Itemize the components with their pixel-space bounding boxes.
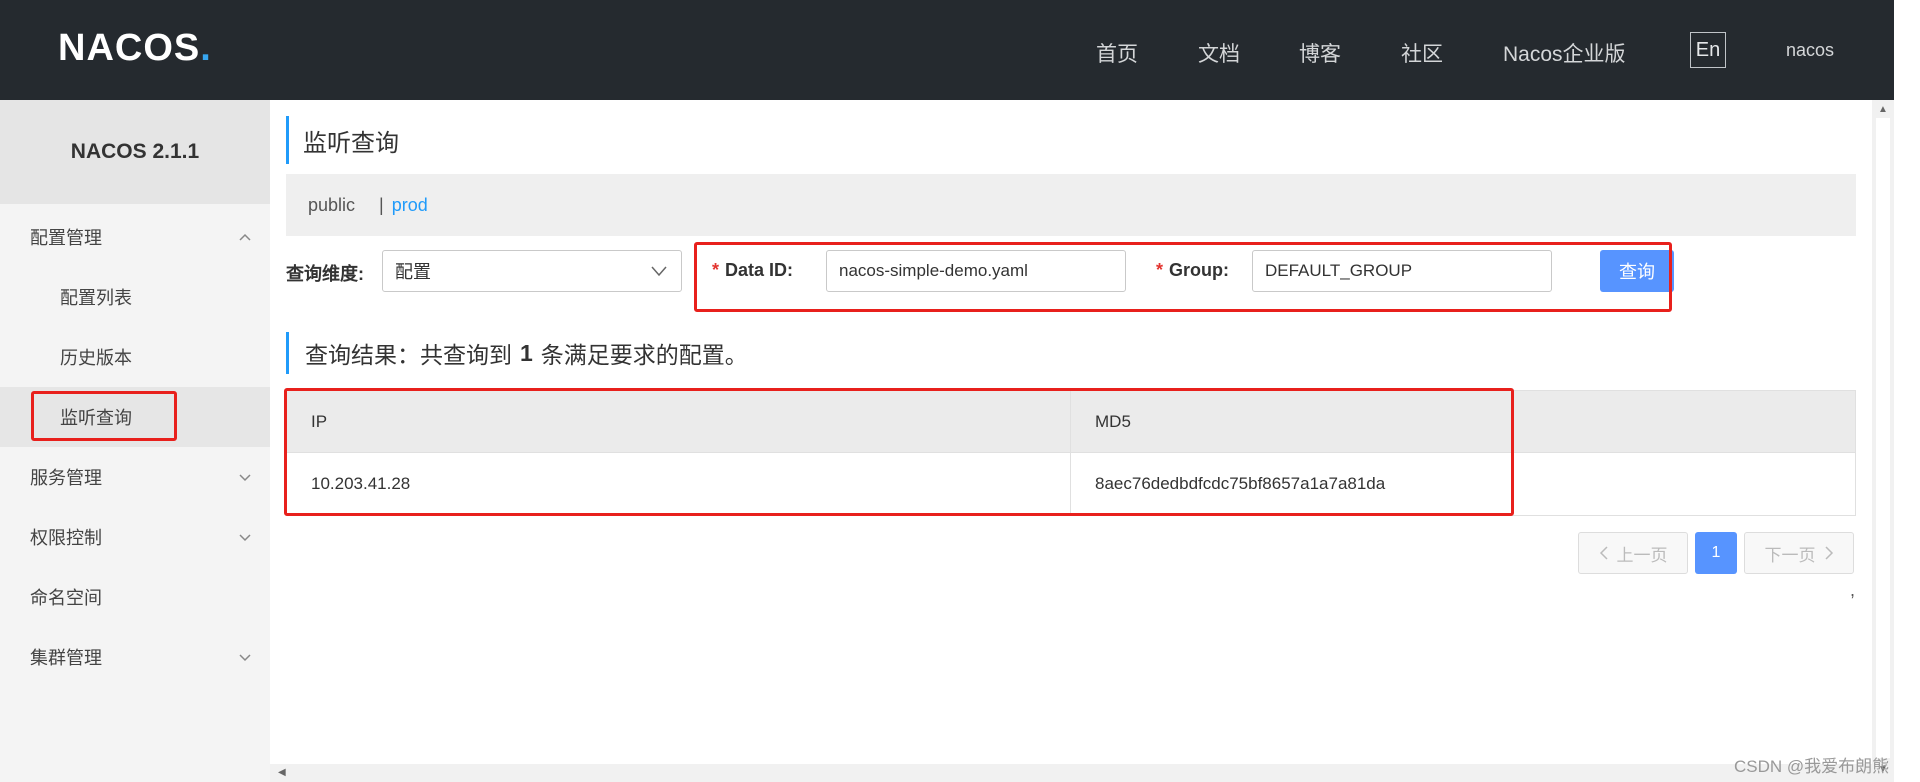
result-summary: 查询结果：共查询到 1 条满足要求的配置。 [286,332,748,374]
sidebar-item-label: 命名空间 [30,588,102,608]
chevron-down-icon [239,474,251,482]
nav-community[interactable]: 社区 [1401,38,1443,68]
sidebar-item-label: 配置列表 [60,288,132,308]
sidebar-item-service-management[interactable]: 服务管理 [0,447,270,507]
result-suffix: 条满足要求的配置。 [540,342,748,368]
namespace-prod-link[interactable]: prod [392,195,428,216]
chevron-left-icon [1599,546,1608,560]
nav-enterprise[interactable]: Nacos企业版 [1503,38,1626,68]
nav-docs[interactable]: 文档 [1198,38,1240,68]
chevron-down-icon [239,534,251,542]
page-title: 监听查询 [286,116,399,164]
main-content: 监听查询 public | prod 查询维度: 配置 * Data ID: na… [270,100,1872,764]
result-prefix: 查询结果：共查询到 [305,342,512,368]
scrollbar-thumb[interactable] [1876,118,1890,758]
sidebar: NACOS 2.1.1 配置管理 配置列表 历史版本 监听查询 服务管理 权限控… [0,100,270,782]
sidebar-item-config-list[interactable]: 配置列表 [0,267,270,327]
namespace-bar: public | prod [286,174,1856,236]
top-navbar: NACOS. 首页 文档 博客 社区 Nacos企业版 En nacos [0,0,1894,100]
nav-blog[interactable]: 博客 [1299,38,1341,68]
prev-page-button[interactable]: 上一页 [1578,532,1688,574]
chevron-down-icon [239,654,251,662]
horizontal-scrollbar[interactable]: ◀ [270,764,1872,782]
sidebar-item-label: 配置管理 [30,228,102,248]
vertical-scrollbar[interactable]: ▲ ▼ [1872,100,1894,782]
pagination: 上一页 1 下一页 [1578,532,1856,574]
sidebar-item-namespace[interactable]: 命名空间 [0,567,270,627]
sidebar-item-config-management[interactable]: 配置管理 [0,207,270,267]
dimension-select[interactable]: 配置 [382,250,682,292]
prev-page-label: 上一页 [1616,545,1668,565]
version-label: NACOS 2.1.1 [0,100,270,204]
scroll-up-icon[interactable]: ▲ [1878,104,1888,115]
sidebar-item-label: 服务管理 [30,468,102,488]
logo-text: NACOS [58,26,201,69]
logo-dot: . [200,26,212,69]
next-page-button[interactable]: 下一页 [1744,532,1854,574]
stray-comma: , [1850,580,1856,600]
scroll-left-icon[interactable]: ◀ [278,767,286,778]
sidebar-item-access-control[interactable]: 权限控制 [0,507,270,567]
watermark: CSDN @我爱布朗熊 [1734,757,1890,776]
result-count: 1 [520,339,533,366]
highlight-box-form [694,242,1672,312]
sidebar-item-label: 集群管理 [30,648,102,668]
page-1-button[interactable]: 1 [1695,532,1737,574]
chevron-up-icon [239,233,251,241]
dimension-select-value: 配置 [395,262,431,282]
nacos-logo[interactable]: NACOS. [58,26,212,69]
sidebar-item-history[interactable]: 历史版本 [0,327,270,387]
nav-home[interactable]: 首页 [1096,38,1138,68]
sidebar-item-label: 权限控制 [30,528,102,548]
sidebar-item-cluster-management[interactable]: 集群管理 [0,627,270,687]
highlight-box-sidebar [31,391,177,441]
next-page-label: 下一页 [1764,545,1816,565]
sidebar-item-label: 历史版本 [60,348,132,368]
user-menu[interactable]: nacos [1786,40,1834,61]
chevron-right-icon [1824,546,1833,560]
window-edge [1894,0,1920,782]
chevron-down-icon [651,266,667,277]
dimension-label: 查询维度: [286,264,364,284]
highlight-box-table [284,388,1514,516]
namespace-public-link[interactable]: public [308,195,355,216]
language-toggle-button[interactable]: En [1690,32,1726,68]
namespace-separator: | [379,194,384,215]
